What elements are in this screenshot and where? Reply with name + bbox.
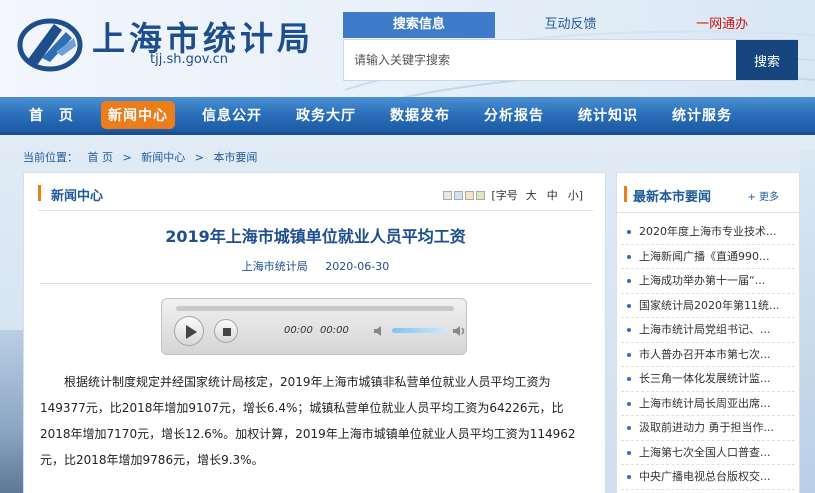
list-item[interactable]: 上海市统计局长周亚出席... (621, 392, 795, 416)
font-size-control: [字号 大 中 小] (443, 187, 593, 203)
theme-swatch-blue[interactable] (454, 190, 464, 200)
article-panel-header: 新闻中心 [字号 大 中 小] (38, 185, 593, 211)
nav-item-data-release[interactable]: 数据发布 (383, 101, 457, 129)
font-size-label: [字号 (491, 189, 518, 202)
list-item[interactable]: 国家统计局2020年第11统... (621, 294, 795, 318)
right-decoration (800, 150, 815, 493)
sidebar: 最新本市要闻 + 更多 2020年度上海市专业技术... 上海新闻广播《直通99… (616, 172, 801, 493)
list-item[interactable]: 汲取前进动力 勇于担当作... (621, 416, 795, 441)
article-date: 2020-06-30 (325, 260, 390, 273)
font-size-small[interactable]: 小] (568, 187, 583, 203)
list-item[interactable]: 上海第七次全国人口普查... (621, 441, 795, 465)
breadcrumb-separator: > (194, 151, 204, 164)
tab-one-stop-service[interactable]: 一网通办 (646, 12, 798, 38)
list-item[interactable]: 上海成功举办第十一届“... (621, 269, 795, 294)
volume-low-icon[interactable] (373, 324, 387, 338)
section-accent-bar (38, 185, 41, 201)
nav-item-stat-service[interactable]: 统计服务 (665, 101, 739, 129)
breadcrumb-home[interactable]: 首 页 (88, 151, 114, 164)
breadcrumb: 当前位置： 首 页 > 新闻中心 > 本市要闻 (23, 149, 263, 165)
breadcrumb-news-center[interactable]: 新闻中心 (141, 151, 185, 164)
sidebar-header: 最新本市要闻 + 更多 (617, 173, 801, 213)
current-time: 00:00 (284, 325, 313, 336)
search-button[interactable]: 搜索 (736, 40, 798, 80)
search-row: 搜索 (343, 39, 798, 81)
theme-swatch-gray[interactable] (443, 190, 453, 200)
nav-item-stat-knowledge[interactable]: 统计知识 (571, 101, 645, 129)
nav-item-analysis-reports[interactable]: 分析报告 (477, 101, 551, 129)
article-panel: 新闻中心 [字号 大 中 小] 2019年上海市城镇单位就业人员平均工资 上海市… (23, 172, 606, 493)
section-title: 新闻中心 (51, 189, 104, 204)
stop-button[interactable] (214, 319, 238, 343)
left-decoration (0, 330, 23, 493)
breadcrumb-separator: > (122, 151, 132, 164)
list-item[interactable]: 上海新闻广播《直通990... (621, 245, 795, 269)
tab-search-info[interactable]: 搜索信息 (343, 12, 495, 38)
nav-item-news-center[interactable]: 新闻中心 (101, 100, 175, 129)
breadcrumb-local-news[interactable]: 本市要闻 (213, 151, 257, 164)
breadcrumb-label: 当前位置： (23, 151, 78, 164)
theme-swatch-green[interactable] (476, 190, 486, 200)
list-item[interactable]: 2020年度上海市专业技术... (621, 220, 795, 245)
search-box: 搜索信息 互动反馈 一网通办 搜索 (343, 12, 798, 96)
search-input[interactable] (344, 40, 736, 80)
tab-interactive-feedback[interactable]: 互动反馈 (495, 12, 647, 38)
nav-item-home[interactable]: 首 页 (22, 101, 81, 129)
divider (40, 283, 592, 284)
sidebar-news-list: 2020年度上海市专业技术... 上海新闻广播《直通990... 上海成功举办第… (621, 220, 795, 490)
list-item[interactable]: 长三角一体化发展统计监... (621, 367, 795, 392)
article-meta: 上海市统计局 2020-06-30 (24, 258, 607, 274)
theme-swatch-yellow[interactable] (465, 190, 475, 200)
article-body: 根据统计制度规定并经国家统计局核定，2019年上海市城镇非私营单位就业人员平均工… (40, 369, 594, 473)
nav-item-gov-hall[interactable]: 政务大厅 (289, 101, 363, 129)
search-tabs: 搜索信息 互动反馈 一网通办 (343, 12, 798, 38)
article-paragraph: 根据统计制度规定并经国家统计局核定，2019年上海市城镇非私营单位就业人员平均工… (40, 375, 576, 467)
site-header: 上海市统计局 tjj.sh.gov.cn 搜索信息 互动反馈 一网通办 搜索 (0, 0, 815, 97)
play-button[interactable] (174, 316, 204, 346)
list-item[interactable]: 市人普办召开本市第七次... (621, 343, 795, 367)
audio-player: 00:00 00:00 (161, 298, 467, 355)
volume-slider[interactable] (392, 328, 447, 333)
stop-icon (223, 328, 231, 336)
list-item[interactable]: 中央广播电视总台版权交... (621, 465, 795, 490)
play-icon (186, 325, 197, 339)
main-nav: 首 页 新闻中心 信息公开 政务大厅 数据发布 分析报告 统计知识 统计服务 (0, 97, 815, 135)
list-item[interactable]: 上海市统计局党组书记、... (621, 318, 795, 343)
site-logo[interactable] (16, 12, 84, 74)
audio-progress-track[interactable] (176, 306, 454, 311)
font-size-medium[interactable]: 中 (547, 187, 558, 203)
total-time: 00:00 (320, 325, 349, 336)
font-size-large[interactable]: 大 (526, 187, 537, 203)
volume-high-icon[interactable] (452, 323, 468, 339)
site-domain: tjj.sh.gov.cn (150, 52, 229, 67)
nav-item-info-disclosure[interactable]: 信息公开 (195, 101, 269, 129)
sidebar-title: 最新本市要闻 (633, 190, 712, 205)
sidebar-accent-bar (624, 186, 627, 202)
more-link[interactable]: + 更多 (747, 188, 779, 203)
article-title: 2019年上海市城镇单位就业人员平均工资 (165, 227, 466, 246)
article-source: 上海市统计局 (241, 260, 308, 273)
